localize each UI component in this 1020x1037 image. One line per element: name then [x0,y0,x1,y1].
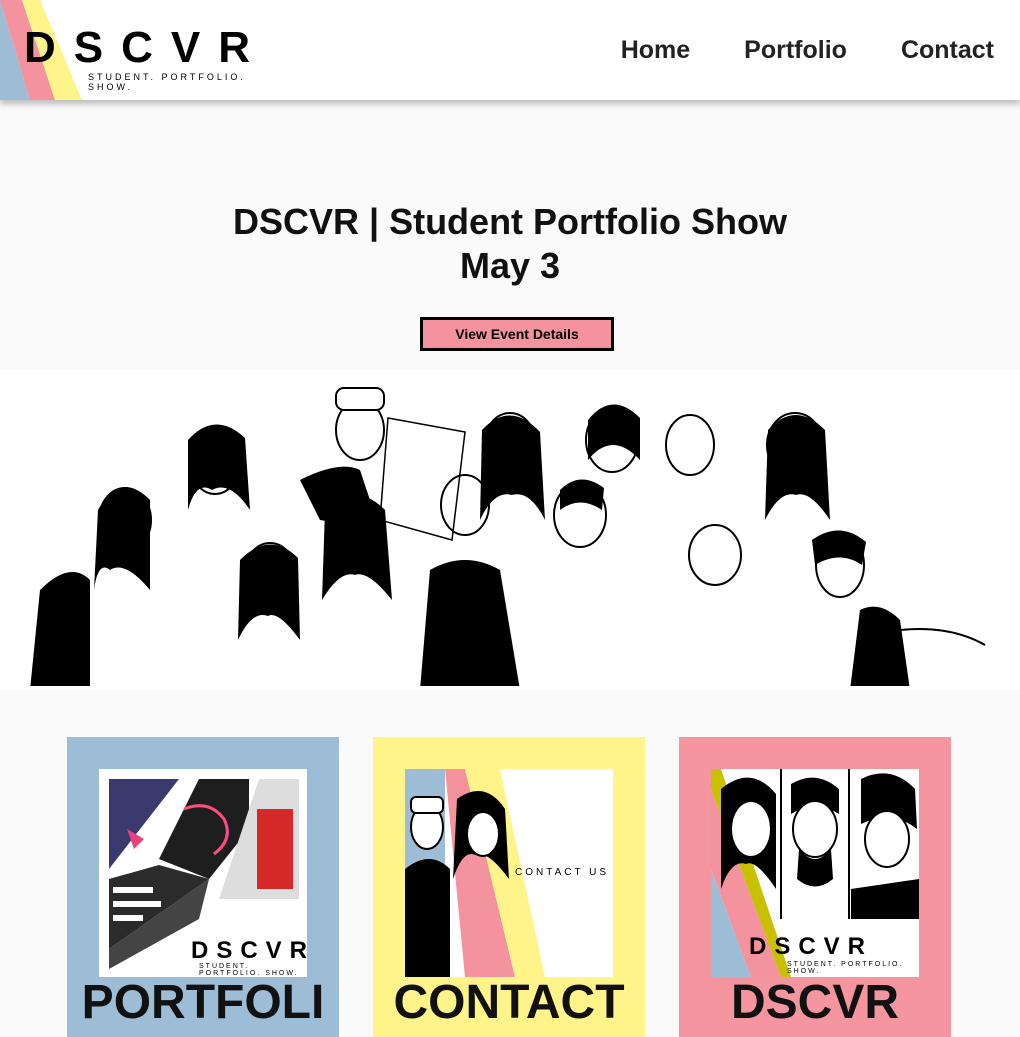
nav-portfolio[interactable]: Portfolio [744,36,847,65]
logo-tagline: STUDENT. PORTFOLIO. SHOW. [88,72,246,92]
hero-title-line1: DSCVR | Student Portfolio Show [232,201,788,242]
nav-contact[interactable]: Contact [901,36,994,65]
portfolio-thumb-tagline: STUDENT. PORTFOLIO. SHOW. [199,963,299,977]
hero-title-line2: May 3 [459,245,561,286]
contact-thumb-text: CONTACT US [515,867,610,878]
student-group-illustration [0,370,1020,690]
hero-title: DSCVR | Student Portfolio Show May 3 [0,200,1020,288]
logo-wordmark: DSCVR [24,23,260,72]
site-header: DSCVR STUDENT. PORTFOLIO. SHOW. Home Por… [0,0,1020,100]
site-logo[interactable]: DSCVR STUDENT. PORTFOLIO. SHOW. [0,0,260,100]
main-nav: Home Portfolio Contact [621,36,994,65]
portfolio-thumb-brand: DSCVR [191,937,307,964]
portfolio-card[interactable]: DSCVR STUDENT. PORTFOLIO. SHOW. PORTFOLI [67,737,339,1037]
contact-card[interactable]: CONTACT US CONTACT [373,737,645,1037]
dscvr-thumbnail: DSCVR STUDENT. PORTFOLIO. SHOW. [711,769,919,977]
contact-thumbnail: CONTACT US [405,769,613,977]
nav-home[interactable]: Home [621,36,690,65]
dscvr-thumb-tagline: STUDENT. PORTFOLIO. SHOW. [787,961,904,975]
portfolio-thumbnail: DSCVR STUDENT. PORTFOLIO. SHOW. [99,769,307,977]
view-event-details-button[interactable]: View Event Details [420,317,614,351]
group-drawing [0,387,1020,690]
dscvr-thumb-brand: DSCVR [749,933,874,960]
dscvr-card[interactable]: DSCVR STUDENT. PORTFOLIO. SHOW. DSCVR [679,737,951,1037]
